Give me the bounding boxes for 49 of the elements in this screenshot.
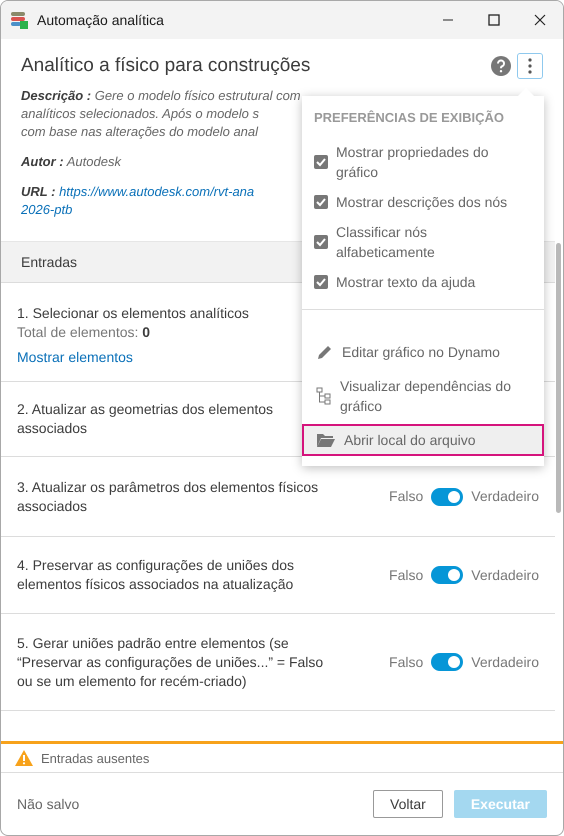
maximize-icon — [488, 14, 500, 26]
input-label: 4. Preservar as configurações de uniões dos elementos físicos associados na atualização — [17, 556, 294, 594]
menu-item[interactable]: Visualizar dependências do gráfico — [302, 370, 544, 422]
folder-icon — [316, 432, 336, 448]
show-elements-link[interactable]: Mostrar elementos — [17, 348, 133, 367]
description-text: com base nas alterações do modelo anal — [21, 123, 258, 141]
help-icon[interactable] — [491, 56, 511, 76]
checkbox[interactable] — [314, 235, 328, 249]
url-link[interactable]: https://www.autodesk.com/rvt-ana — [59, 184, 254, 199]
element-count: Total de elementos: 0 — [17, 323, 152, 342]
app-icon — [11, 11, 29, 29]
author-text: Autor : Autodesk — [21, 154, 121, 169]
scrollbar-thumb[interactable] — [556, 243, 561, 513]
true-label: Verdadeiro — [471, 652, 539, 672]
input-label: 1. Selecionar os elementos analíticos — [17, 304, 250, 323]
automation-title: Analítico a físico para construções — [21, 55, 312, 77]
menu-checkbox-item[interactable]: Mostrar descrições dos nós — [302, 187, 544, 217]
checkbox[interactable] — [314, 155, 328, 169]
close-icon — [534, 14, 546, 26]
menu-checkbox-item[interactable]: Mostrar propriedades do gráfico — [302, 137, 544, 187]
false-label: Falso — [389, 652, 424, 672]
checkbox[interactable] — [314, 275, 328, 289]
url-label: URL : — [21, 184, 56, 199]
status-message: Entradas ausentes — [41, 750, 150, 766]
true-label: Verdadeiro — [471, 566, 539, 584]
description-text: Descrição : Gere o modelo físico estrutural com — [21, 87, 301, 105]
input-label: 3. Atualizar os parâmetros dos elementos físicos associados — [17, 478, 318, 516]
more-icon — [528, 58, 532, 74]
save-state: Não salvo — [17, 796, 80, 812]
more-options-button[interactable] — [517, 53, 543, 79]
input-label: 2. Atualizar as geometrias dos elementos associados — [17, 400, 274, 438]
tree-icon — [316, 387, 332, 405]
true-label: Verdadeiro — [471, 487, 539, 506]
url-link[interactable]: 2026-ptb — [21, 201, 72, 219]
toggle-switch[interactable] — [431, 566, 464, 584]
description-text: analíticos selecionados. Após o modelo s — [21, 105, 259, 123]
checkbox[interactable] — [314, 195, 328, 209]
menu-heading: PREFERÊNCIAS DE EXIBIÇÃO — [313, 109, 505, 127]
input-label: 5. Gerar uniões padrão entre elementos (se “Preservar as configurações de uniões...” = Falso ou se um elemento for recém-criado) — [17, 634, 324, 690]
window-title: Automação analítica — [37, 12, 165, 28]
menu-item[interactable]: Abrir local do arquivo — [302, 424, 544, 456]
back-button[interactable]: Voltar — [373, 790, 443, 818]
pencil-icon — [316, 343, 334, 361]
toggle-switch[interactable] — [431, 653, 464, 671]
false-label: Falso — [389, 566, 424, 584]
menu-item[interactable]: Editar gráfico no Dynamo — [302, 336, 544, 368]
warning-icon — [15, 750, 33, 766]
toggle-switch[interactable] — [431, 488, 464, 506]
false-label: Falso — [389, 487, 424, 506]
